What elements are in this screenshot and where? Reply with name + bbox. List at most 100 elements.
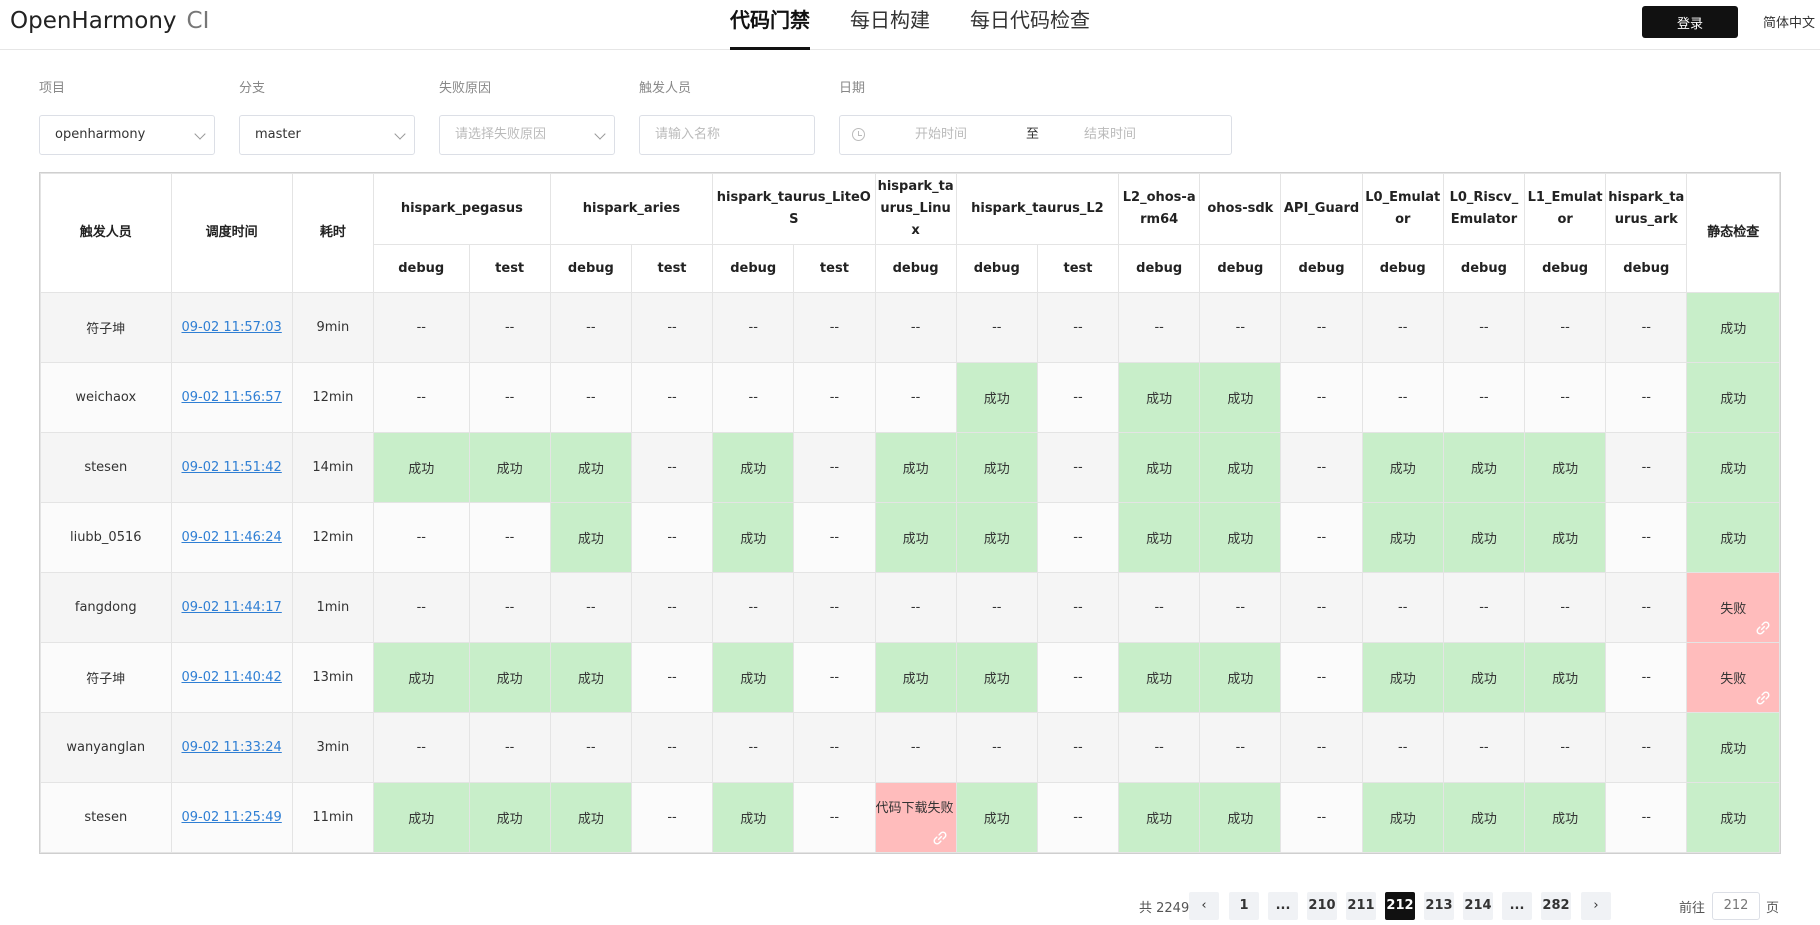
tab-code-gate[interactable]: 代码门禁	[730, 0, 810, 50]
static-check-cell[interactable]: 成功	[1686, 502, 1780, 573]
date-end-input[interactable]: 结束时间	[1084, 116, 1184, 154]
build-status-cell[interactable]: 成功	[1361, 642, 1444, 713]
date-start-input[interactable]: 开始时间	[915, 116, 1015, 154]
static-check-cell[interactable]: 失败	[1686, 642, 1780, 713]
schedule-time-link[interactable]: 09-02 11:33:24	[182, 740, 282, 755]
page-button[interactable]: 210	[1307, 892, 1337, 920]
static-check-cell[interactable]: 成功	[1686, 362, 1780, 433]
build-status-cell[interactable]: 成功	[712, 642, 795, 713]
link-icon[interactable]	[1754, 619, 1772, 637]
build-status-cell[interactable]: 成功	[874, 432, 957, 503]
build-status-cell: --	[874, 362, 957, 433]
branch-select[interactable]: master	[239, 115, 415, 155]
build-status-cell[interactable]: 成功	[1524, 642, 1607, 713]
status-text: 成功	[1552, 812, 1579, 827]
schedule-time-link[interactable]: 09-02 11:51:42	[182, 460, 282, 475]
build-status-cell[interactable]: 成功	[1524, 782, 1607, 853]
static-check-cell[interactable]: 成功	[1686, 292, 1780, 363]
status-text: 成功	[1720, 532, 1747, 547]
next-page-button[interactable]: ›	[1581, 892, 1611, 920]
trigger-input[interactable]: 请输入名称	[639, 115, 815, 155]
link-icon[interactable]	[1754, 689, 1772, 707]
build-status-cell[interactable]: 成功	[549, 432, 632, 503]
page-ellipsis[interactable]: ...	[1502, 892, 1532, 920]
date-range-picker[interactable]: 开始时间 至 结束时间	[839, 115, 1232, 155]
build-status-cell[interactable]: 成功	[1199, 362, 1282, 433]
build-status-cell[interactable]: 成功	[955, 502, 1038, 573]
build-status-cell[interactable]: 成功	[1118, 362, 1201, 433]
build-status-cell[interactable]: 成功	[1118, 502, 1201, 573]
build-status-cell[interactable]: 成功	[1118, 642, 1201, 713]
page-button[interactable]: 213	[1424, 892, 1454, 920]
build-status-cell[interactable]: 成功	[1361, 502, 1444, 573]
page-button[interactable]: 282	[1541, 892, 1571, 920]
tab-daily-build[interactable]: 每日构建	[850, 0, 930, 50]
build-status-cell[interactable]: 成功	[468, 432, 551, 503]
build-status-cell[interactable]: 成功	[1442, 432, 1526, 503]
project-select[interactable]: openharmony	[39, 115, 215, 155]
build-status-cell: --	[1361, 712, 1444, 783]
schedule-time-link[interactable]: 09-02 11:46:24	[182, 530, 282, 545]
goto-page-input[interactable]: 212	[1712, 892, 1760, 920]
build-status-cell[interactable]: 成功	[1199, 782, 1282, 853]
status-text: 成功	[1552, 672, 1579, 687]
page-button[interactable]: 214	[1463, 892, 1493, 920]
build-status-cell[interactable]: 成功	[712, 432, 795, 503]
static-check-cell[interactable]: 成功	[1686, 782, 1780, 853]
build-status-cell[interactable]: 成功	[1442, 502, 1526, 573]
schedule-time-link[interactable]: 09-02 11:44:17	[182, 600, 282, 615]
page-button[interactable]: 211	[1346, 892, 1376, 920]
page-button[interactable]: 1	[1229, 892, 1259, 920]
pagination: 共 2249 条 ‹ 1 ... 210 211 212 213 214 ...…	[0, 892, 1820, 920]
build-status-cell[interactable]: 成功	[1199, 432, 1282, 503]
schedule-time-cell: 09-02 11:40:42	[170, 642, 293, 713]
build-status-cell: --	[372, 572, 470, 643]
build-status-cell[interactable]: 代码下载失败	[874, 782, 957, 853]
static-check-cell[interactable]: 成功	[1686, 712, 1780, 783]
status-text: --	[1560, 320, 1570, 335]
fail-reason-select[interactable]: 请选择失败原因	[439, 115, 615, 155]
build-status-cell[interactable]: 成功	[712, 782, 795, 853]
build-status-cell[interactable]: 成功	[549, 642, 632, 713]
build-status-cell[interactable]: 成功	[874, 502, 957, 573]
login-button[interactable]: 登录	[1642, 6, 1738, 38]
link-icon[interactable]	[931, 829, 949, 847]
build-status-cell[interactable]: 成功	[955, 432, 1038, 503]
static-check-cell[interactable]: 成功	[1686, 432, 1780, 503]
build-status-cell[interactable]: 成功	[549, 502, 632, 573]
build-status-cell[interactable]: 成功	[372, 642, 470, 713]
language-selector[interactable]: 简体中文	[1735, 12, 1815, 31]
build-status-cell[interactable]: 成功	[549, 782, 632, 853]
build-status-cell[interactable]: 成功	[1361, 782, 1444, 853]
page-ellipsis[interactable]: ...	[1268, 892, 1298, 920]
build-status-cell[interactable]: 成功	[1118, 782, 1201, 853]
schedule-time-link[interactable]: 09-02 11:56:57	[182, 390, 282, 405]
build-status-cell[interactable]: 成功	[955, 782, 1038, 853]
build-status-cell[interactable]: 成功	[874, 642, 957, 713]
brand-logo[interactable]: OpenHarmony CI	[10, 8, 209, 34]
schedule-time-link[interactable]: 09-02 11:40:42	[182, 670, 282, 685]
build-status-cell[interactable]: 成功	[372, 782, 470, 853]
build-status-cell[interactable]: 成功	[372, 432, 470, 503]
tab-daily-code-check[interactable]: 每日代码检查	[970, 0, 1090, 50]
build-status-cell[interactable]: 成功	[955, 642, 1038, 713]
build-status-cell[interactable]: 成功	[1199, 642, 1282, 713]
status-text: --	[1479, 600, 1489, 615]
schedule-time-link[interactable]: 09-02 11:25:49	[182, 810, 282, 825]
current-page-button[interactable]: 212	[1385, 892, 1415, 920]
build-status-cell[interactable]: 成功	[955, 362, 1038, 433]
build-status-cell[interactable]: 成功	[1524, 502, 1607, 573]
build-status-cell[interactable]: 成功	[468, 642, 551, 713]
build-status-cell[interactable]: 成功	[1199, 502, 1282, 573]
build-status-cell[interactable]: 成功	[1524, 432, 1607, 503]
schedule-time-link[interactable]: 09-02 11:57:03	[182, 320, 282, 335]
static-check-cell[interactable]: 失败	[1686, 572, 1780, 643]
build-status-cell[interactable]: 成功	[1442, 642, 1526, 713]
build-target-header: L2_ohos-arm64	[1118, 173, 1201, 245]
build-status-cell[interactable]: 成功	[712, 502, 795, 573]
prev-page-button[interactable]: ‹	[1189, 892, 1219, 920]
build-status-cell[interactable]: 成功	[1118, 432, 1201, 503]
build-status-cell[interactable]: 成功	[468, 782, 551, 853]
build-status-cell[interactable]: 成功	[1361, 432, 1444, 503]
build-status-cell[interactable]: 成功	[1442, 782, 1526, 853]
